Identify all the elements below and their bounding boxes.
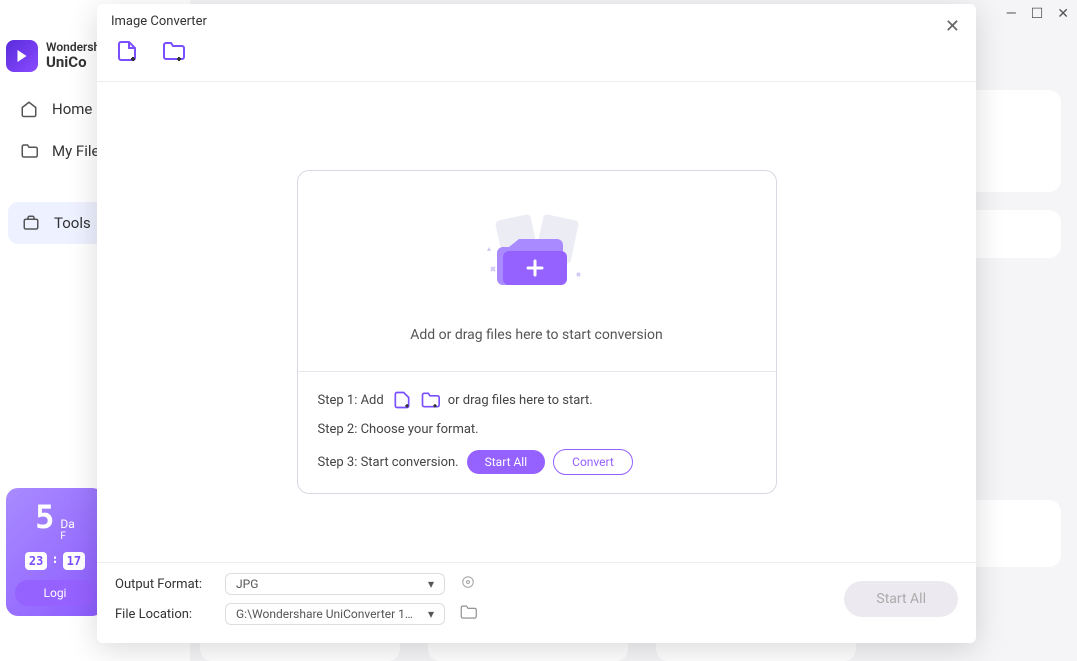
login-button[interactable]: Logi [15,580,95,606]
folder-icon [20,142,38,160]
step-1: Step 1: Add or drag files here to start. [318,390,756,410]
nav-label-home: Home [52,100,92,118]
step-2: Step 2: Choose your format. [318,422,756,437]
add-folder-icon[interactable] [420,390,440,410]
output-format-label: Output Format: [115,577,211,592]
convert-pill-button[interactable]: Convert [553,449,633,475]
promo-timer: 23:17 [14,552,96,570]
image-converter-modal: Image Converter ✕ Add or drag files here… [97,4,976,643]
drop-illustration-icon [477,209,597,299]
add-file-button[interactable] [115,39,139,67]
promo-box: 5 Da F 23:17 Logi [6,488,104,616]
chevron-down-icon: ▾ [428,577,434,591]
add-folder-icon [161,39,185,63]
home-icon [20,100,38,118]
nav-label-files: My File [52,142,99,160]
file-location-select[interactable]: G:\Wondershare UniConverter 15\Im ▾ [225,603,445,625]
settings-icon[interactable] [459,573,477,595]
maximize-button[interactable]: ☐ [1031,6,1044,22]
start-all-button[interactable]: Start All [844,581,958,617]
output-format-select[interactable]: JPG ▾ [225,573,445,595]
output-format-value: JPG [236,577,258,591]
nav-label-tools: Tools [54,214,91,232]
drop-area[interactable]: Add or drag files here to start conversi… [297,170,777,494]
logo-icon [6,40,38,72]
add-file-icon [115,39,139,63]
modal-close-button[interactable]: ✕ [945,16,960,37]
add-file-icon[interactable] [392,390,412,410]
file-location-value: G:\Wondershare UniConverter 15\Im [236,607,416,621]
modal-title: Image Converter [97,4,976,29]
close-button[interactable]: ✕ [1057,6,1069,22]
file-location-label: File Location: [115,607,211,622]
open-folder-icon[interactable] [459,603,477,625]
window-controls: — ☐ ✕ [1006,6,1069,22]
chevron-down-icon: ▾ [428,607,434,621]
modal-toolbar [97,29,976,81]
logo-text: Wondersh UniCo [46,41,100,71]
promo-number: 5 [35,498,54,536]
drop-text: Add or drag files here to start conversi… [318,327,756,343]
minimize-button[interactable]: — [1006,6,1017,22]
modal-footer: Output Format: JPG ▾ File Location: G:\W… [97,562,976,643]
toolbox-icon [22,214,40,232]
add-folder-button[interactable] [161,39,185,67]
step-3: Step 3: Start conversion. Start All Conv… [318,449,756,475]
steps-panel: Step 1: Add or drag files here to start.… [298,371,776,493]
drop-zone[interactable]: Add or drag files here to start conversi… [298,171,776,371]
start-all-pill-button[interactable]: Start All [467,450,546,474]
